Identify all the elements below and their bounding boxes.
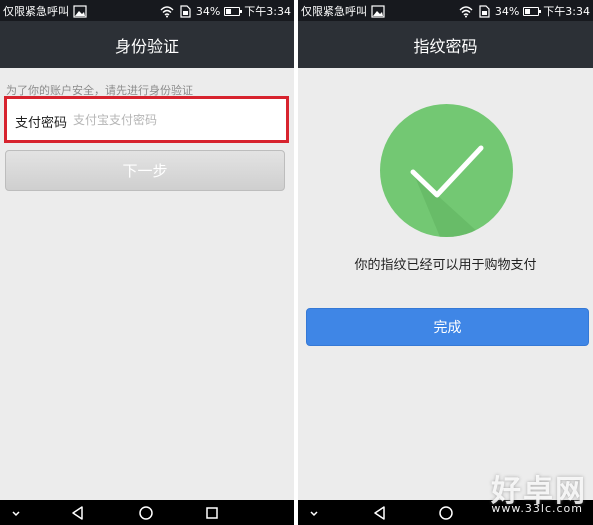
back-icon[interactable]	[372, 505, 388, 521]
fingerprint-password-screen: 仅限紧急呼叫 34% 下午3:34 指纹密码 你的指纹已经可以用于购物支付 完成	[298, 0, 593, 525]
navigation-bar	[0, 500, 294, 525]
payment-password-label: 支付密码	[15, 116, 68, 131]
payment-password-input[interactable]	[73, 108, 273, 132]
chevron-down-icon[interactable]	[306, 505, 322, 521]
payment-password-row: 支付密码	[4, 96, 289, 143]
wifi-icon	[160, 5, 174, 18]
sim-icon	[178, 4, 192, 18]
page-title: 指纹密码	[298, 21, 593, 68]
home-icon[interactable]	[438, 505, 454, 521]
battery-icon	[523, 6, 542, 16]
clock: 下午3:34	[244, 5, 291, 18]
back-icon[interactable]	[70, 505, 86, 521]
battery-percent: 34%	[195, 4, 221, 18]
success-message: 你的指纹已经可以用于购物支付	[354, 258, 537, 273]
wifi-icon	[459, 5, 473, 18]
image-icon	[371, 4, 385, 18]
next-step-button[interactable]: 下一步	[5, 150, 285, 191]
site-watermark: 好卓网 www.33lc.com	[469, 466, 587, 516]
sim-icon	[477, 4, 491, 18]
status-bar: 仅限紧急呼叫 34% 下午3:34	[298, 0, 593, 21]
chevron-down-icon[interactable]	[8, 505, 24, 521]
recents-icon[interactable]	[204, 505, 220, 521]
success-check-icon	[380, 104, 513, 237]
battery-percent: 34%	[494, 4, 520, 18]
clock: 下午3:34	[543, 5, 590, 18]
image-icon	[73, 4, 87, 18]
carrier-text: 仅限紧急呼叫	[3, 5, 69, 18]
home-icon[interactable]	[138, 505, 154, 521]
done-button[interactable]: 完成	[306, 308, 589, 346]
status-bar: 仅限紧急呼叫 34% 下午3:34	[0, 0, 294, 21]
carrier-text: 仅限紧急呼叫	[301, 5, 367, 18]
watermark-url: www.33lc.com	[491, 502, 583, 515]
identity-verification-screen: 仅限紧急呼叫 34% 下午3:34 身份验证 为了你的账户安全，请先进行身份验证…	[0, 0, 294, 525]
battery-icon	[224, 6, 243, 16]
page-title: 身份验证	[0, 21, 294, 68]
